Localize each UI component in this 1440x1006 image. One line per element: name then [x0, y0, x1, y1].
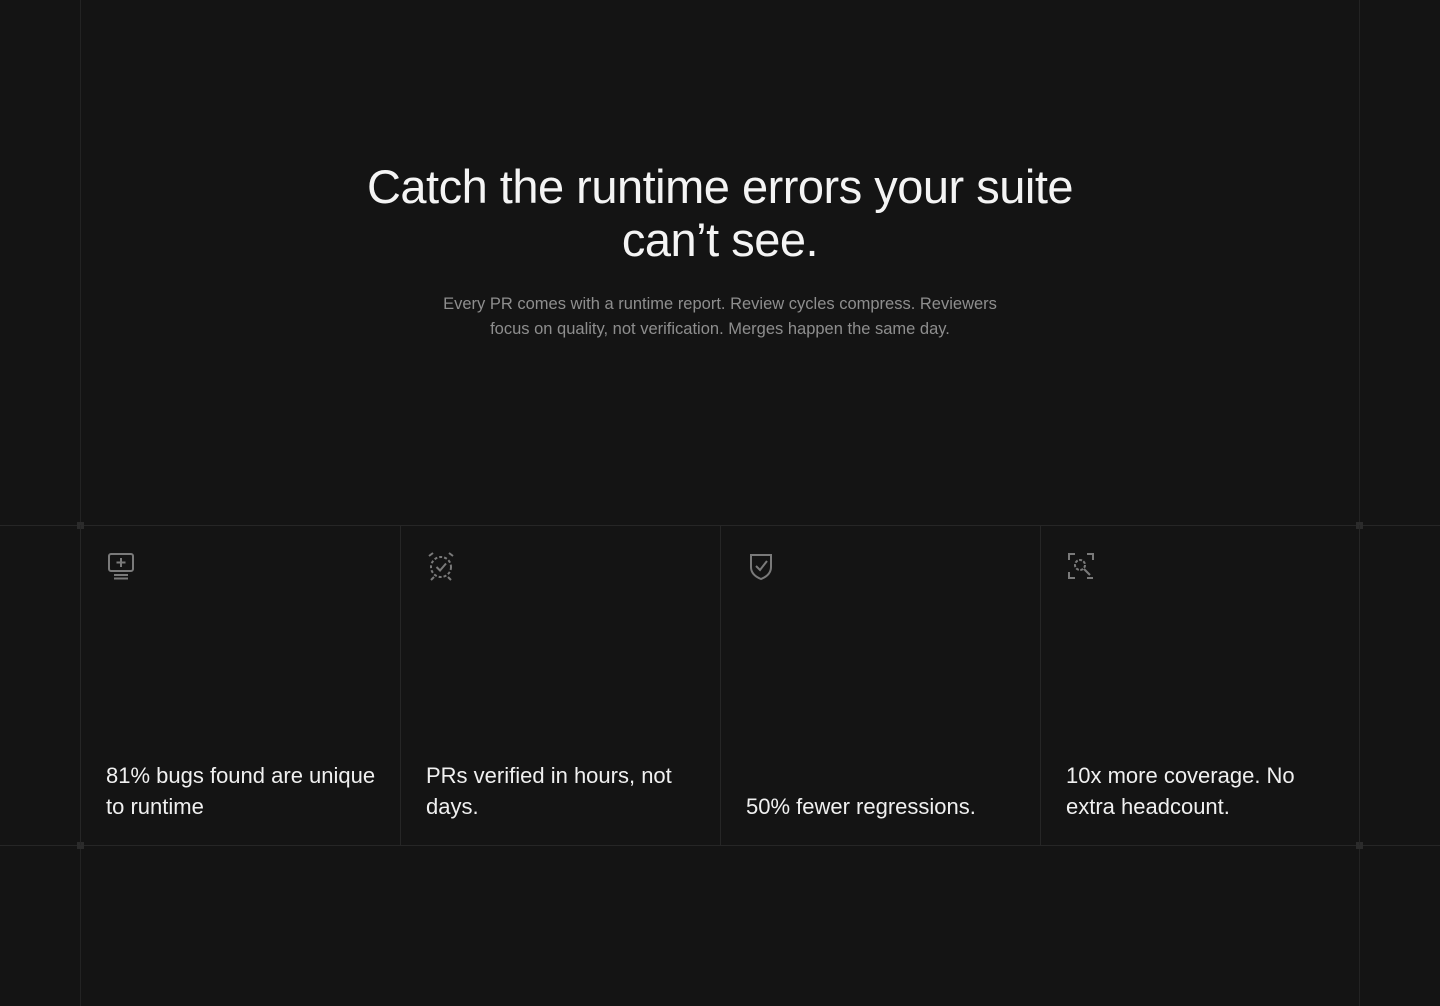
feature-card-text: PRs verified in hours, not days.: [426, 763, 672, 819]
monitor-plus-icon: [106, 551, 136, 581]
feature-card-fewer-regressions: 50% fewer regressions.: [720, 525, 1040, 845]
guide-line-left: [80, 0, 81, 1006]
guide-line-bottom: [0, 845, 1440, 846]
hero-subtitle: Every PR comes with a runtime report. Re…: [443, 295, 997, 338]
guide-line-right: [1359, 0, 1360, 1006]
hero-section: Catch the runtime errors your suite can’…: [0, 160, 1440, 342]
shield-check-icon: [746, 551, 776, 581]
feature-card-text: 81% bugs found are unique to runtime: [106, 763, 376, 819]
feature-card-text: 50% fewer regressions.: [746, 794, 976, 819]
scan-search-icon: [1066, 551, 1096, 581]
feature-card-pr-verified: PRs verified in hours, not days.: [400, 525, 720, 845]
feature-card-runtime-bugs: 81% bugs found are unique to runtime: [80, 525, 400, 845]
hero-title: Catch the runtime errors your suite can’…: [366, 160, 1074, 266]
feature-cards: 81% bugs found are unique to runtime PRs…: [80, 525, 1360, 845]
alarm-check-icon: [426, 551, 456, 581]
feature-card-text: 10x more coverage. No extra headcount.: [1066, 763, 1295, 819]
feature-card-coverage: 10x more coverage. No extra headcount.: [1040, 525, 1360, 845]
